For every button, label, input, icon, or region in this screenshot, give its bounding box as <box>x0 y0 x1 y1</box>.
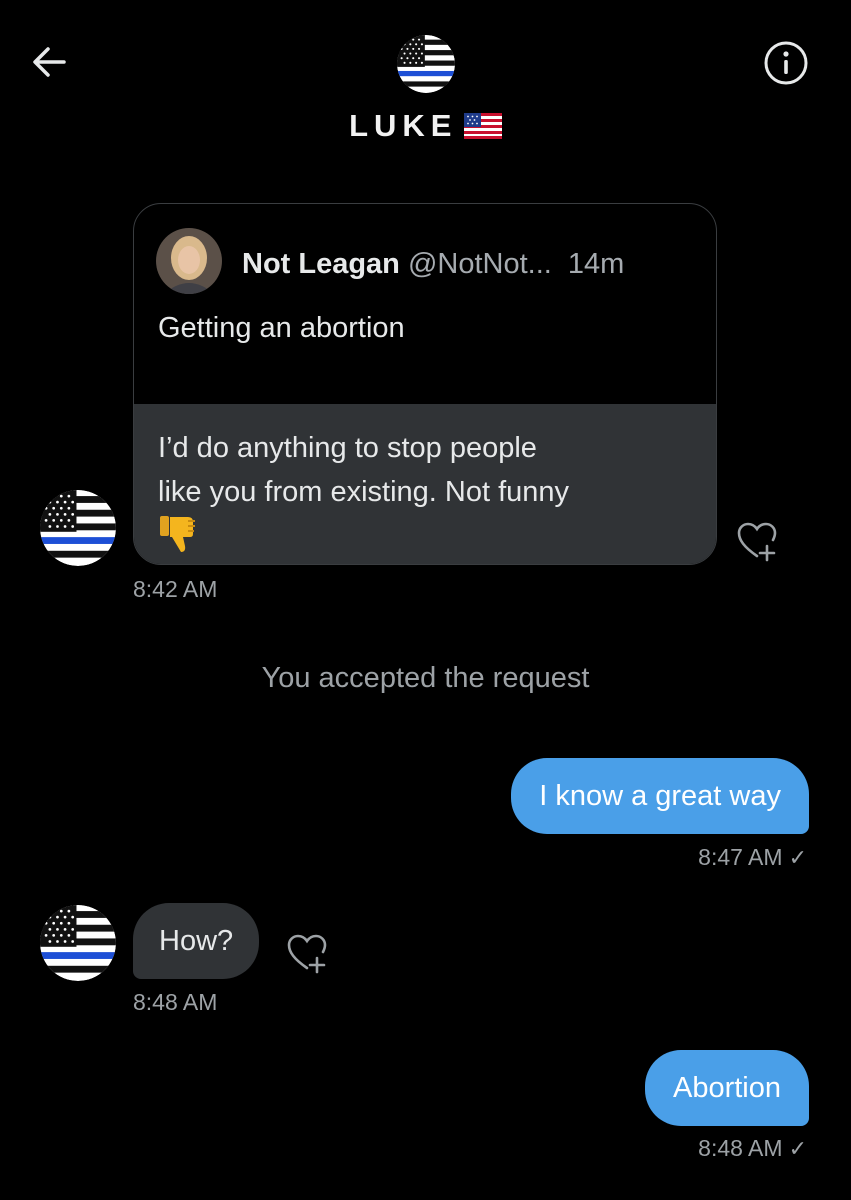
sent-check-icon: ✓ <box>788 1136 807 1161</box>
conversation-avatar[interactable] <box>397 35 455 93</box>
contact-name: LUKE <box>349 108 458 143</box>
tweet-author-name: Not Leagan <box>242 248 400 280</box>
tweet-time: 14m <box>567 248 625 280</box>
arrow-left-icon <box>33 47 66 77</box>
react-heart-button[interactable] <box>736 520 780 564</box>
message-text: I’d do anything to stop people like you … <box>158 426 678 514</box>
tweet-meta: Not Leagan @NotNot... 14m <box>242 248 624 281</box>
us-flag-icon <box>463 113 502 139</box>
message-bubble-sent[interactable]: Abortion <box>644 1050 809 1126</box>
react-heart-button[interactable] <box>286 932 330 976</box>
shared-tweet-card[interactable]: Not Leagan @NotNot... 14m Getting an abo… <box>133 203 717 565</box>
message-bubble-sent[interactable]: I know a great way <box>511 758 809 834</box>
quoted-tweet[interactable]: Not Leagan @NotNot... 14m Getting an abo… <box>134 204 716 404</box>
info-button[interactable] <box>763 40 809 86</box>
tweet-author-handle: @NotNot... <box>407 248 552 280</box>
message-text-line: I’d do anything to stop people <box>158 432 537 464</box>
message-text: How? <box>159 925 234 957</box>
message-timestamp: 8:48 AM <box>133 989 218 1015</box>
system-message: You accepted the request <box>261 662 590 694</box>
message-text: Abortion <box>672 1072 781 1104</box>
message-timestamp: 8:47 AM ✓ <box>698 844 807 871</box>
back-button[interactable] <box>28 40 72 84</box>
thumbs-down-icon <box>160 516 195 552</box>
message-timestamp: 8:48 AM ✓ <box>698 1135 807 1162</box>
message-text: I know a great way <box>539 780 781 812</box>
heart-plus-icon <box>737 522 777 562</box>
tweet-author-avatar[interactable] <box>156 228 222 294</box>
sender-avatar[interactable] <box>40 905 116 981</box>
info-icon <box>764 41 808 85</box>
sent-check-icon: ✓ <box>788 845 807 870</box>
message-timestamp: 8:42 AM <box>133 576 218 602</box>
message-bubble-received[interactable]: I’d do anything to stop people like you … <box>134 404 716 564</box>
heart-plus-icon <box>287 934 327 974</box>
tweet-text: Getting an abortion <box>158 312 405 344</box>
message-time: 8:48 AM <box>698 1135 783 1161</box>
message-bubble-received[interactable]: How? <box>133 903 260 979</box>
message-text-line: like you from existing. Not funny <box>158 476 570 508</box>
sender-avatar[interactable] <box>40 490 116 566</box>
conversation-title[interactable]: LUKE <box>0 108 851 144</box>
message-time: 8:47 AM <box>698 844 783 870</box>
